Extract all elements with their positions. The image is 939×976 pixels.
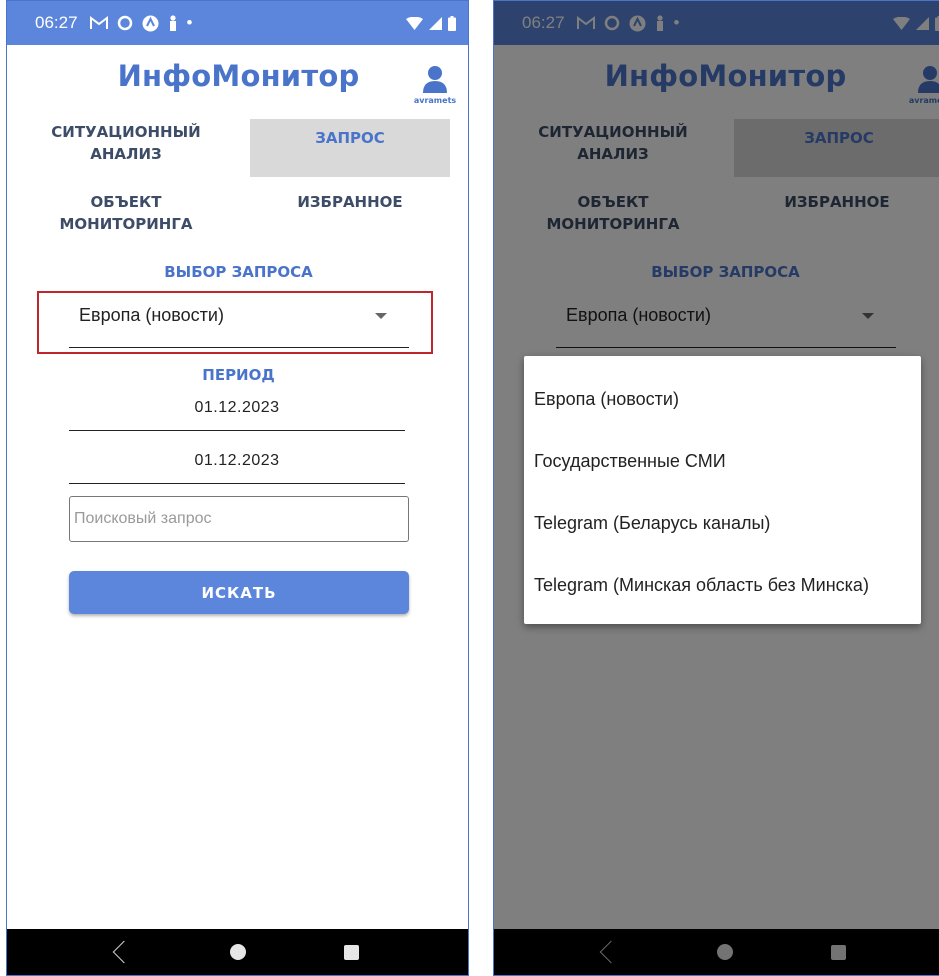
username-label: avramets	[413, 96, 457, 105]
user-icon[interactable]	[422, 65, 448, 93]
tab-favorites[interactable]: ИЗБРАННОЕ	[250, 191, 450, 213]
user-menu[interactable]: avramets	[404, 65, 466, 105]
dropdown-option[interactable]: Telegram (Минская область без Минска)	[524, 554, 921, 616]
phone-screen-left: 06:27 • ИнфоМонитор avramets СИТУАЦИОННЫ…	[6, 0, 469, 976]
app-title: ИнфоМонитор	[117, 59, 360, 93]
query-select-label: ВЫБОР ЗАПРОСА	[164, 263, 313, 281]
tab-situation-analysis[interactable]: СИТУАЦИОННЫЙ АНАЛИЗ	[31, 121, 221, 165]
navigation-bar	[7, 929, 468, 975]
date-to-field[interactable]: 01.12.2023	[69, 452, 405, 486]
date-to-value: 01.12.2023	[194, 452, 280, 469]
date-from-value: 01.12.2023	[194, 399, 280, 416]
back-icon[interactable]	[112, 940, 136, 964]
circle-app-icon	[117, 15, 132, 31]
search-button[interactable]: ИСКАТЬ	[69, 571, 409, 614]
home-icon[interactable]	[230, 944, 246, 960]
recents-icon[interactable]	[344, 944, 359, 960]
status-time: 06:27	[35, 13, 78, 32]
date-from-field[interactable]: 01.12.2023	[69, 399, 405, 433]
arrow-badge-icon	[142, 15, 159, 31]
wifi-icon	[406, 16, 423, 30]
dropdown-option[interactable]: Telegram (Беларусь каналы)	[524, 492, 921, 554]
tab-query[interactable]: ЗАПРОС	[250, 119, 450, 177]
highlight-frame	[37, 291, 433, 354]
gmail-icon	[89, 16, 108, 29]
search-input[interactable]	[69, 496, 409, 542]
person-stand-icon	[169, 14, 176, 31]
date-to-underline	[69, 483, 405, 484]
dropdown-option[interactable]: Государственные СМИ	[524, 430, 921, 492]
date-from-underline	[69, 430, 405, 431]
phone-screen-right: 06:27 • ИнфоМонитор avramets СИТУАЦИОННЫ…	[493, 0, 939, 976]
dropdown-option[interactable]: Европа (новости)	[524, 368, 921, 430]
status-bar: 06:27 •	[7, 1, 468, 45]
battery-icon	[448, 15, 456, 31]
tab-monitoring-object[interactable]: ОБЪЕКТ МОНИТОРИНГА	[31, 191, 221, 235]
notification-dot-icon: •	[186, 13, 193, 32]
query-dropdown-menu: Европа (новости) Государственные СМИ Tel…	[524, 356, 921, 624]
period-label: ПЕРИОД	[202, 366, 275, 384]
signal-icon	[429, 16, 442, 30]
